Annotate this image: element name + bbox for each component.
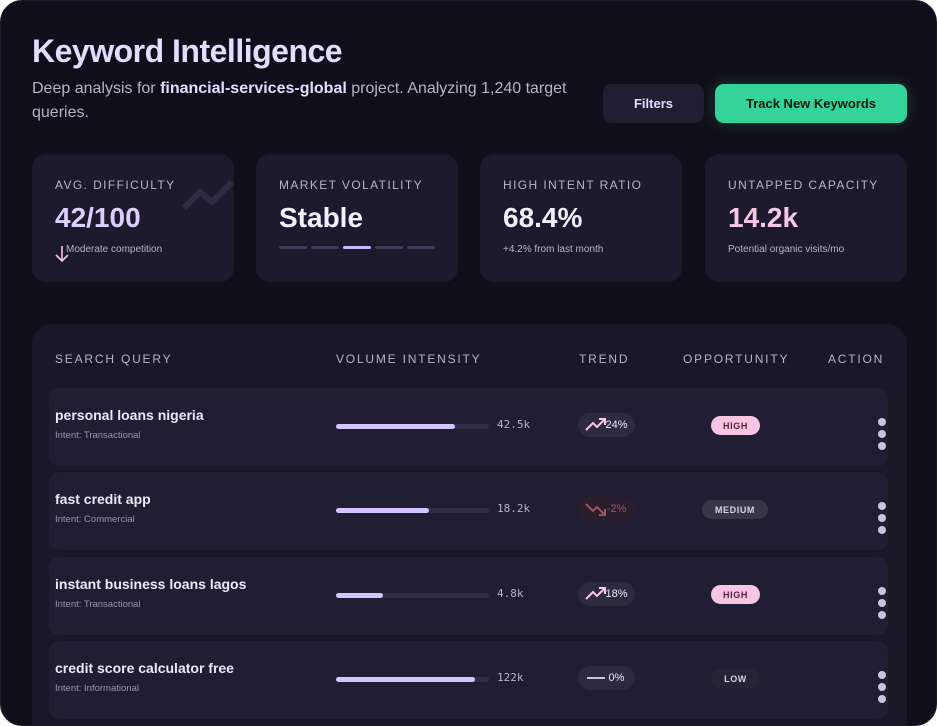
volatility-segment — [407, 246, 435, 249]
trend-down-icon — [585, 503, 606, 516]
volatility-segment-active — [343, 246, 371, 249]
trend-pill: 18% — [578, 582, 635, 606]
stat-label: UNTAPPED CAPACITY — [728, 178, 879, 192]
column-header-trend[interactable]: TREND — [579, 352, 629, 366]
stat-value: 68.4% — [503, 202, 583, 233]
stat-card-volatility: MARKET VOLATILITY Stable — [256, 154, 458, 282]
trend-watermark-icon — [182, 179, 234, 211]
row-actions-menu-icon[interactable] — [878, 418, 886, 450]
stat-label: AVG. DIFFICULTY — [55, 178, 176, 192]
stat-card-intent-ratio: HIGH INTENT RATIO 68.4% +4.2% from last … — [480, 154, 682, 282]
app-window: Keyword Intelligence Deep analysis for f… — [0, 0, 937, 726]
stat-value: 14.2k — [728, 202, 799, 233]
query-intent: Intent: Commercial — [55, 514, 135, 525]
volatility-segment — [311, 246, 339, 249]
row-actions-menu-icon[interactable] — [878, 587, 886, 619]
stat-value: 42/100 — [55, 202, 141, 233]
row-actions-menu-icon[interactable] — [878, 502, 886, 534]
volume-value: 42.5k — [497, 418, 531, 431]
opportunity-badge: MEDIUM — [702, 500, 768, 519]
trend-value: 24% — [605, 419, 628, 431]
trend-value: 0% — [608, 672, 625, 684]
volume-value: 122k — [497, 671, 524, 684]
stat-note: Moderate competition — [66, 244, 163, 255]
volume-bar — [336, 424, 489, 429]
column-header-action: ACTION — [828, 352, 885, 366]
volume-bar-fill — [336, 508, 430, 513]
table-row[interactable]: personal loans nigeria Intent: Transacti… — [49, 388, 888, 466]
opportunity-badge: HIGH — [711, 416, 760, 435]
opportunity-badge: LOW — [711, 669, 760, 688]
stat-label: MARKET VOLATILITY — [279, 178, 424, 192]
column-header-query[interactable]: SEARCH QUERY — [55, 352, 172, 366]
volume-bar-fill — [336, 677, 476, 682]
stat-label: HIGH INTENT RATIO — [503, 178, 643, 192]
query-intent: Intent: Transactional — [55, 599, 141, 610]
volatility-meter — [279, 246, 435, 249]
column-header-volume[interactable]: VOLUME INTENSITY — [336, 352, 481, 366]
subtitle-prefix: Deep analysis for — [32, 80, 161, 97]
table-row[interactable]: credit score calculator free Intent: Inf… — [49, 641, 888, 719]
query-name: fast credit app — [55, 491, 151, 507]
volatility-segment — [279, 246, 307, 249]
track-keywords-button[interactable]: Track New Keywords — [715, 84, 907, 123]
volume-bar — [336, 508, 489, 513]
trend-value: -2% — [606, 503, 627, 515]
stat-value: Stable — [279, 202, 364, 233]
trend-pill: 24% — [578, 413, 635, 437]
keyword-table: SEARCH QUERY VOLUME INTENSITY TREND OPPO… — [32, 324, 907, 725]
table-row[interactable]: instant business loans lagos Intent: Tra… — [49, 557, 888, 635]
volatility-segment — [375, 246, 403, 249]
volume-bar-fill — [336, 593, 384, 598]
trend-up-icon — [585, 418, 606, 431]
stat-note: +4.2% from last month — [503, 244, 604, 255]
trend-up-icon — [585, 587, 606, 600]
column-header-opportunity[interactable]: OPPORTUNITY — [683, 352, 789, 366]
project-name: financial-services-global — [160, 80, 347, 97]
trend-value: 18% — [605, 588, 628, 600]
stat-card-capacity: UNTAPPED CAPACITY 14.2k Potential organi… — [705, 154, 907, 282]
volume-value: 18.2k — [497, 502, 531, 515]
stat-card-difficulty: AVG. DIFFICULTY 42/100 Moderate competit… — [32, 154, 234, 282]
opportunity-badge: HIGH — [711, 585, 760, 604]
volume-bar — [336, 593, 489, 598]
query-intent: Intent: Informational — [55, 683, 139, 694]
trend-pill: 0% — [578, 666, 635, 690]
volume-bar-fill — [336, 424, 456, 429]
volume-bar — [336, 677, 489, 682]
trend-pill: -2% — [578, 497, 635, 521]
query-name: instant business loans lagos — [55, 576, 247, 592]
trend-flat-icon — [587, 677, 605, 679]
table-row[interactable]: fast credit app Intent: Commercial 18.2k… — [49, 472, 888, 550]
stat-note: Potential organic visits/mo — [728, 244, 845, 255]
volume-value: 4.8k — [497, 587, 524, 600]
row-actions-menu-icon[interactable] — [878, 671, 886, 703]
query-intent: Intent: Transactional — [55, 430, 141, 441]
page-subtitle: Deep analysis for financial-services-glo… — [32, 77, 592, 125]
filters-button[interactable]: Filters — [603, 84, 704, 123]
page-title: Keyword Intelligence — [32, 33, 343, 69]
query-name: credit score calculator free — [55, 660, 234, 676]
query-name: personal loans nigeria — [55, 407, 204, 423]
